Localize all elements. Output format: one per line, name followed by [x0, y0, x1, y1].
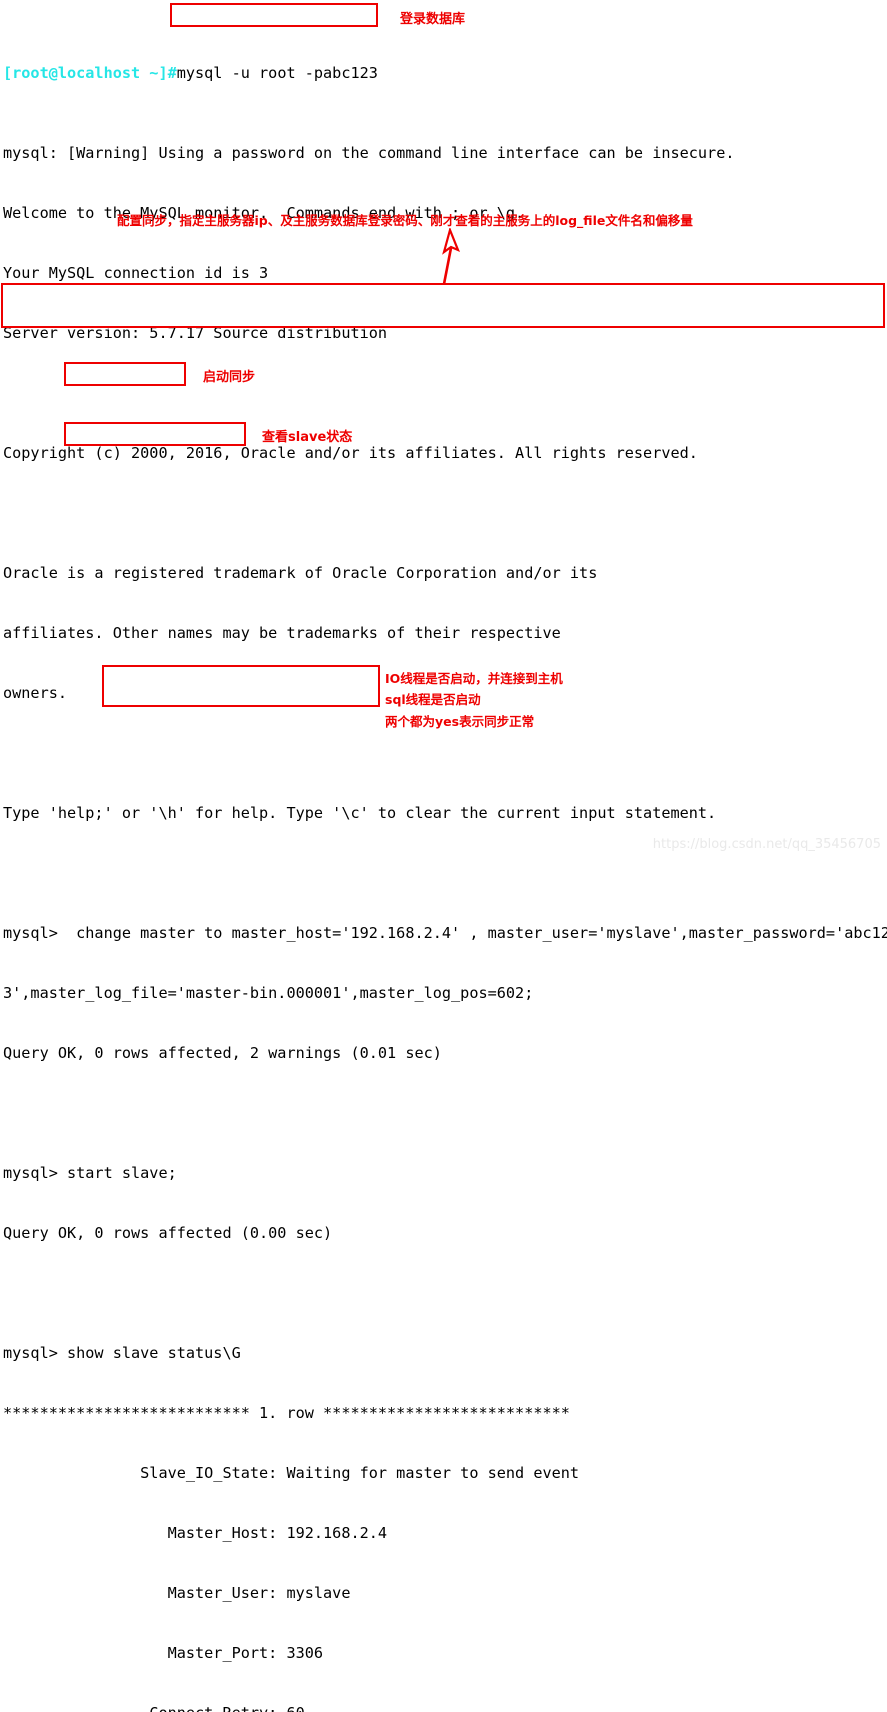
- terminal-line-show-slave-status: mysql> show slave status\G: [3, 1344, 241, 1362]
- terminal-line-change-master-2: 3',master_log_file='master-bin.000001',m…: [3, 984, 534, 1002]
- terminal-line: mysql: [Warning] Using a password on the…: [3, 144, 735, 162]
- watermark-text: https://blog.csdn.net/qq_35456705: [652, 837, 881, 852]
- terminal-line: Copyright (c) 2000, 2016, Oracle and/or …: [3, 444, 698, 462]
- terminal-line: Query OK, 0 rows affected (0.00 sec): [3, 1224, 333, 1242]
- status-field-connect-retry: Connect_Retry: 60: [3, 1703, 887, 1712]
- terminal-line-prompt-command: [root@localhost ~]#mysql -u root -pabc12…: [3, 63, 887, 83]
- terminal-line: owners.: [3, 684, 68, 702]
- terminal-line: Welcome to the MySQL monitor. Commands e…: [3, 204, 525, 222]
- terminal-line: Type 'help;' or '\h' for help. Type '\c'…: [3, 804, 717, 822]
- terminal-line-row-separator: *************************** 1. row *****…: [3, 1404, 570, 1422]
- terminal-line: Your MySQL connection id is 3: [3, 264, 269, 282]
- status-field-master-host: Master_Host: 192.168.2.4: [3, 1524, 388, 1542]
- terminal-line: Oracle is a registered trademark of Orac…: [3, 564, 598, 582]
- terminal-line: Query OK, 0 rows affected, 2 warnings (0…: [3, 1044, 442, 1062]
- status-field-master-user: Master_User: myslave: [3, 1584, 351, 1602]
- status-field-master-port: Master_Port: 3306: [3, 1644, 324, 1662]
- status-field-slave-io-state: Slave_IO_State: Waiting for master to se…: [3, 1464, 580, 1482]
- login-command-text: mysql -u root -pabc123: [176, 64, 378, 82]
- terminal-line-change-master-1: mysql> change master to master_host='192…: [3, 924, 887, 942]
- terminal-line-start-slave: mysql> start slave;: [3, 1164, 177, 1182]
- terminal-line: Server version: 5.7.17 Source distributi…: [3, 324, 388, 342]
- terminal-line: affiliates. Other names may be trademark…: [3, 624, 561, 642]
- terminal-output: [root@localhost ~]#mysql -u root -pabc12…: [0, 0, 887, 1712]
- shell-prompt: [root@localhost ~]#: [3, 64, 177, 82]
